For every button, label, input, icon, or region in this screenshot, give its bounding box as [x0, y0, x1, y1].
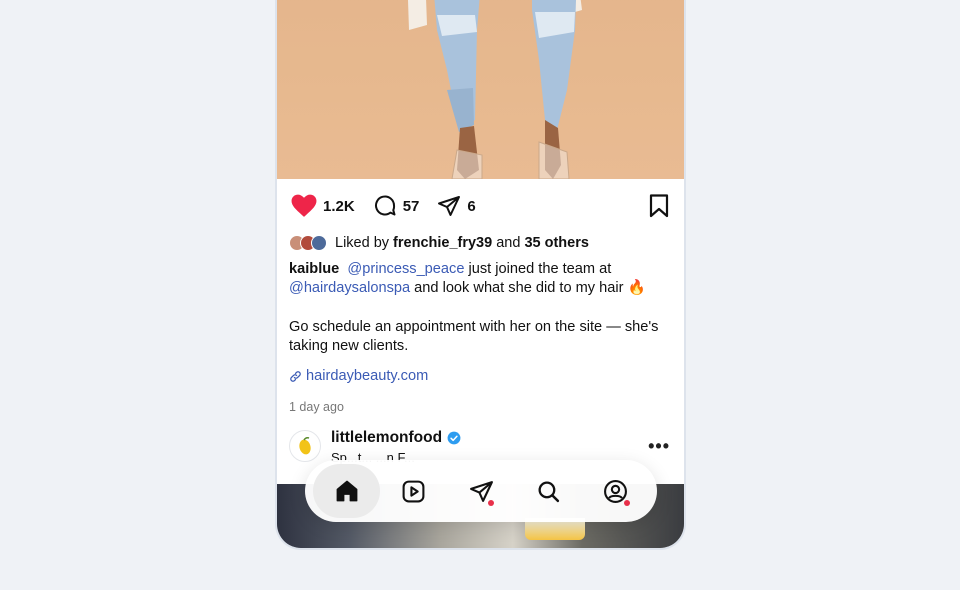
link-chain-icon [290, 370, 301, 382]
comments-count[interactable]: 57 [403, 198, 420, 215]
shares-count[interactable]: 6 [467, 198, 475, 215]
liked-by-conj: and [496, 235, 521, 251]
bottom-tab-bar [305, 460, 657, 522]
send-paper-plane-icon[interactable] [437, 194, 461, 218]
lemon-logo-icon [299, 436, 311, 455]
avatar [311, 235, 327, 251]
tab-reels[interactable] [380, 464, 447, 518]
home-icon [336, 480, 357, 502]
liked-by-row[interactable]: Liked by frenchie_fry39 and 35 others [289, 235, 589, 251]
caption-text-1: just joined the team at [468, 261, 612, 277]
post-link-text[interactable]: hairdaybeauty.com [306, 368, 428, 384]
caption-author[interactable]: kaiblue [289, 261, 339, 277]
post-caption: kaiblue @princess_peace just joined the … [289, 260, 668, 298]
fire-emoji-icon: 🔥 [627, 280, 646, 296]
liked-by-others[interactable]: 35 others [524, 235, 588, 251]
tab-profile[interactable] [582, 464, 649, 518]
post-image[interactable] [277, 0, 684, 179]
bookmark-icon[interactable] [648, 194, 670, 218]
caption-paragraph-2: Go schedule an appointment with her on t… [289, 319, 659, 354]
more-options-icon[interactable]: ••• [648, 436, 670, 457]
likes-count[interactable]: 1.2K [323, 198, 355, 215]
notification-dot [488, 500, 495, 506]
next-post-username[interactable]: littlelemonfood [331, 429, 461, 447]
tab-home[interactable] [313, 464, 381, 518]
caption-mention-1[interactable]: @princess_peace [347, 261, 464, 277]
comment-action[interactable]: 57 [373, 194, 420, 218]
next-post-username-text[interactable]: littlelemonfood [331, 429, 442, 447]
tab-search[interactable] [515, 464, 582, 518]
phone-frame: 1.2K 57 6 Liked by frenchie_fry39 and 35… [275, 0, 686, 550]
like-action[interactable]: 1.2K [291, 194, 355, 218]
reels-play-icon [402, 480, 425, 502]
search-icon [538, 481, 559, 502]
liker-avatars [289, 235, 327, 251]
verified-badge-icon [447, 431, 461, 445]
caption-mention-2[interactable]: @hairdaysalonspa [289, 280, 410, 296]
post-link[interactable]: hairdaybeauty.com [289, 368, 428, 384]
share-action[interactable]: 6 [437, 194, 476, 218]
caption-text-2: and look what she did to my hair [414, 280, 624, 296]
post-actions-bar: 1.2K 57 6 [291, 190, 670, 222]
avatar[interactable] [289, 430, 321, 462]
notification-dot [623, 500, 630, 506]
heart-filled-icon[interactable] [291, 194, 317, 218]
liked-by-prefix: Liked by [335, 235, 390, 251]
bookmark-button[interactable] [648, 194, 670, 223]
liked-by-user[interactable]: frenchie_fry39 [393, 235, 492, 251]
post-timestamp: 1 day ago [289, 400, 344, 414]
tab-messages[interactable] [447, 464, 514, 518]
comment-bubble-icon[interactable] [373, 194, 397, 218]
